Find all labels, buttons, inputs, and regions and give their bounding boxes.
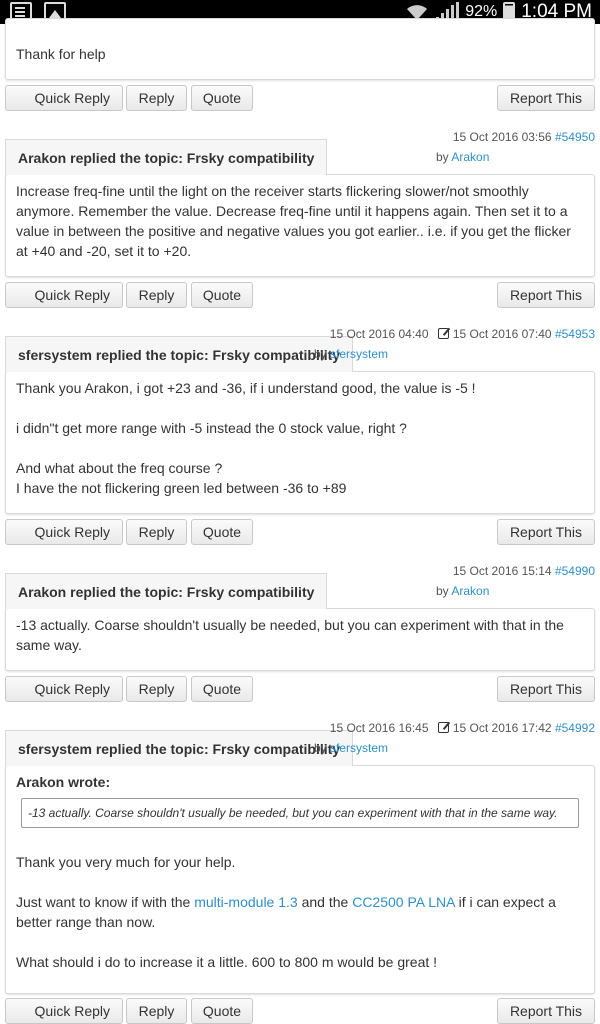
post-meta: 15 Oct 2016 15:14 #54990: [453, 564, 595, 578]
report-button[interactable]: Report This: [497, 998, 595, 1024]
quick-reply-button[interactable]: Quick Reply: [5, 519, 123, 545]
author-link[interactable]: sfersystem: [330, 741, 388, 755]
quick-reply-button[interactable]: Quick Reply: [5, 676, 123, 702]
quote-button[interactable]: Quote: [191, 519, 253, 545]
quick-reply-button[interactable]: Quick Reply: [5, 85, 123, 111]
cc2500-link[interactable]: CC2500 PA LNA: [352, 894, 454, 910]
post-meta: 15 Oct 2016 16:45 15 Oct 2016 17:42 #549…: [330, 721, 595, 735]
report-button[interactable]: Report This: [497, 85, 595, 111]
author-link[interactable]: sfersystem: [330, 347, 388, 361]
post-permalink[interactable]: #54990: [555, 564, 595, 578]
reply-button[interactable]: Reply: [126, 676, 187, 702]
post-permalink[interactable]: #54992: [555, 721, 595, 735]
multi-module-link[interactable]: multi-module 1.3: [194, 894, 298, 910]
author-link[interactable]: Arakon: [451, 584, 489, 598]
post-header: Arakon replied the topic: Frsky compatib…: [5, 573, 328, 609]
quote-block: -13 actually. Coarse shouldn't usually b…: [21, 798, 579, 828]
quote-button[interactable]: Quote: [191, 676, 253, 702]
post-permalink[interactable]: #54953: [555, 327, 595, 341]
quote-button[interactable]: Quote: [191, 282, 253, 308]
reply-button[interactable]: Reply: [126, 998, 187, 1024]
report-button[interactable]: Report This: [497, 676, 595, 702]
post-message: -13 actually. Coarse shouldn't usually b…: [16, 617, 564, 653]
quote-author: Arakon wrote:: [16, 774, 111, 790]
edited-icon: [437, 328, 449, 339]
edited-icon: [437, 722, 449, 733]
post-date: 15 Oct 2016 16:45: [329, 721, 429, 735]
post-date: 15 Oct 2016 03:56: [452, 130, 552, 144]
author-link[interactable]: Arakon: [451, 150, 489, 164]
post-header: sfersystem replied the topic: Frsky comp…: [5, 336, 354, 372]
quick-reply-button[interactable]: Quick Reply: [5, 282, 123, 308]
reply-button[interactable]: Reply: [126, 85, 187, 111]
edited-date: 15 Oct 2016 17:42: [452, 721, 552, 735]
quote-button[interactable]: Quote: [191, 998, 253, 1024]
post-meta: 15 Oct 2016 04:40 15 Oct 2016 07:40 #549…: [330, 327, 595, 341]
post-date: 15 Oct 2016 15:14: [452, 564, 552, 578]
post-message: Increase freq-fine until the light on th…: [16, 183, 571, 259]
post-date: 15 Oct 2016 04:40: [329, 327, 429, 341]
reply-button[interactable]: Reply: [126, 519, 187, 545]
post-byline: by sfersystem: [314, 741, 389, 755]
reply-button[interactable]: Reply: [126, 282, 187, 308]
post-meta: 15 Oct 2016 03:56 #54950: [453, 130, 595, 144]
edited-date: 15 Oct 2016 07:40: [452, 327, 552, 341]
post-header: sfersystem replied the topic: Frsky comp…: [5, 730, 354, 766]
post-permalink[interactable]: #54950: [555, 130, 595, 144]
post-byline: by Arakon: [436, 584, 490, 598]
quick-reply-button[interactable]: Quick Reply: [5, 998, 123, 1024]
post-byline: by sfersystem: [314, 347, 389, 361]
report-button[interactable]: Report This: [497, 519, 595, 545]
post-message: Thank you Arakon, i got +23 and -36, if …: [16, 380, 476, 496]
quote-button[interactable]: Quote: [191, 85, 253, 111]
post-byline: by Arakon: [436, 150, 490, 164]
post-message: Thank you very much for your help. Just …: [16, 854, 556, 970]
post-message: Thank for help: [16, 46, 106, 62]
post-header: Arakon replied the topic: Frsky compatib…: [5, 139, 328, 175]
report-button[interactable]: Report This: [497, 282, 595, 308]
